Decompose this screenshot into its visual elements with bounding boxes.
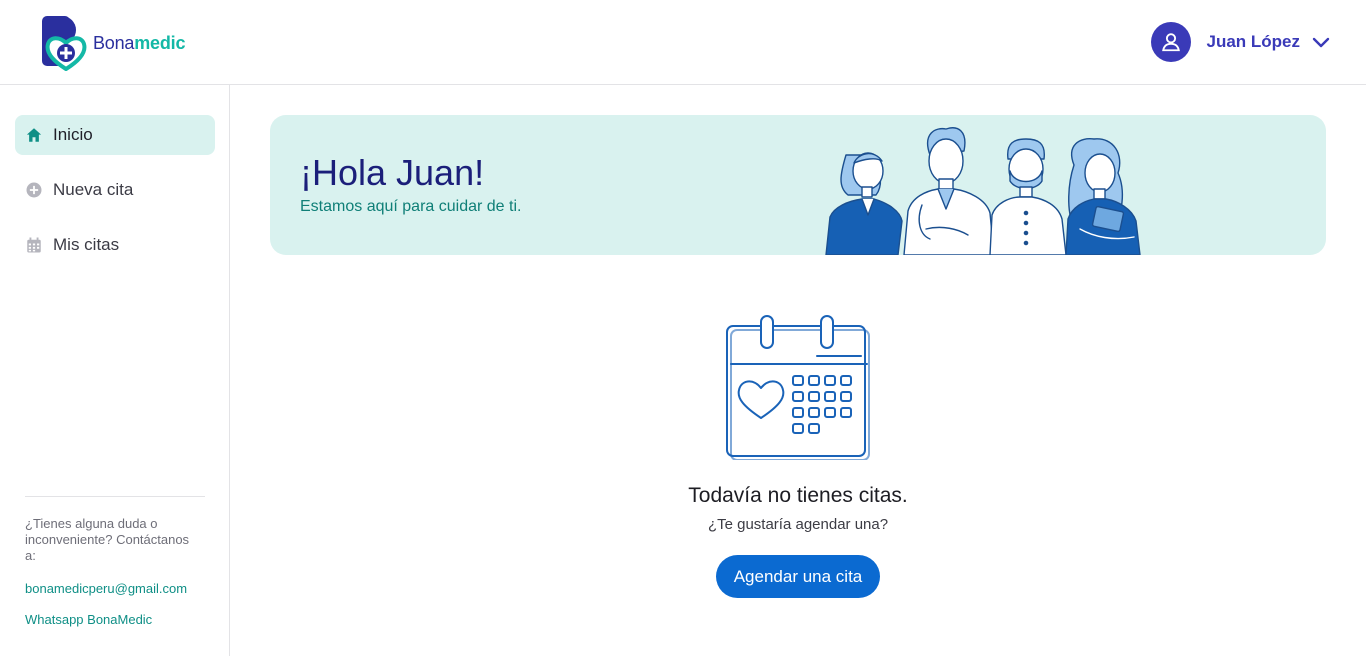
sidebar-item-mis-citas[interactable]: Mis citas	[15, 225, 215, 265]
sidebar-divider	[25, 496, 205, 497]
empty-state-title: Todavía no tienes citas.	[688, 484, 908, 507]
help-text: ¿Tienes alguna duda o inconveniente? Con…	[25, 516, 190, 563]
user-menu[interactable]: Juan López	[1151, 22, 1330, 62]
avatar[interactable]	[1151, 22, 1192, 62]
top-header: Bonamedic Juan López	[0, 0, 1366, 85]
user-icon	[1162, 33, 1181, 52]
contact-email-link[interactable]: bonamedicperu@gmail.com	[25, 581, 187, 596]
brand-logo[interactable]: Bonamedic	[40, 15, 185, 71]
heart-cross-logo-icon	[42, 16, 87, 71]
greeting-subtitle: Estamos aquí para cuidar de ti.	[300, 198, 522, 215]
brand-part-2: medic	[134, 32, 186, 53]
whatsapp-link[interactable]: Whatsapp BonaMedic	[25, 612, 152, 627]
brand-part-1: Bona	[93, 32, 135, 53]
schedule-appointment-button[interactable]: Agendar una cita	[715, 555, 881, 598]
user-name: Juan López	[1206, 32, 1300, 51]
calendar-heart-icon	[726, 315, 870, 460]
calendar-icon	[27, 237, 41, 253]
empty-appointments: Todavía no tienes citas. ¿Te gustaría ag…	[270, 300, 1326, 598]
home-icon	[26, 128, 42, 142]
sidebar: Inicio Nueva cita Mis citas ¿Tienes algu…	[0, 85, 230, 656]
sidebar-item-inicio[interactable]: Inicio	[15, 115, 215, 155]
greeting-title: ¡Hola Juan!	[300, 152, 485, 193]
sidebar-item-nueva-cita[interactable]: Nueva cita	[15, 170, 215, 210]
chevron-down-icon[interactable]	[1312, 36, 1330, 48]
brand-name: Bonamedic	[93, 33, 185, 54]
empty-state-subtitle: ¿Te gustaría agendar una?	[707, 516, 889, 533]
sidebar-item-label: Inicio	[53, 125, 93, 144]
welcome-banner: ¡Hola Juan! Estamos aquí para cuidar de …	[270, 115, 1326, 255]
plus-circle-icon	[26, 182, 42, 198]
sidebar-item-label: Nueva cita	[53, 180, 134, 199]
medical-staff-illustration	[825, 127, 1141, 255]
sidebar-item-label: Mis citas	[53, 235, 120, 254]
